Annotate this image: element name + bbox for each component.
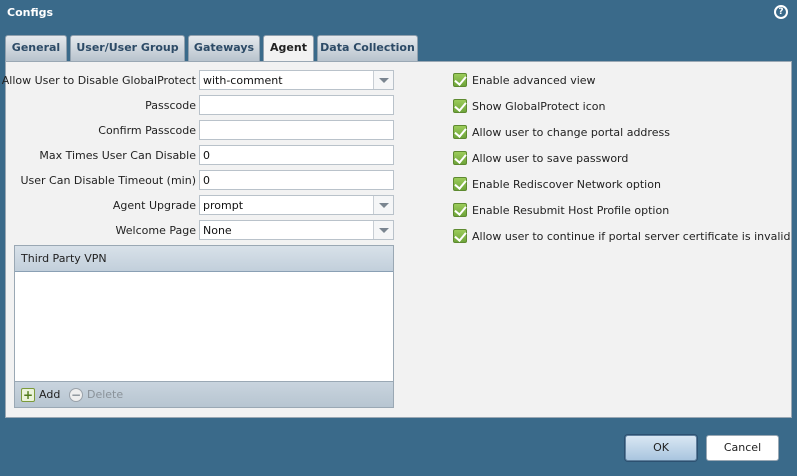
option-label: Allow user to save password	[472, 152, 629, 165]
tab-user-group[interactable]: User/User Group	[70, 35, 185, 61]
checkbox-checked[interactable]	[453, 99, 467, 113]
option-label: Show GlobalProtect icon	[472, 100, 606, 113]
dialog-title: Configs	[7, 6, 54, 19]
confirm-passcode-label: Confirm Passcode	[98, 124, 196, 137]
delete-button[interactable]: − Delete	[69, 387, 123, 403]
welcome-page-label: Welcome Page	[115, 224, 196, 237]
option-label: Enable Resubmit Host Profile option	[472, 204, 670, 217]
agent-panel: Allow User to Disable GlobalProtect with…	[1, 61, 792, 418]
passcode-field[interactable]	[199, 95, 394, 115]
checkbox-checked[interactable]	[453, 73, 467, 87]
checkbox-checked[interactable]	[453, 125, 467, 139]
third-party-vpn-header[interactable]: Third Party VPN	[15, 246, 393, 272]
help-icon[interactable]: ?	[774, 5, 788, 19]
tab-agent[interactable]: Agent	[263, 35, 314, 62]
option-label: Enable advanced view	[472, 74, 596, 87]
option-label: Allow user to continue if portal server …	[472, 230, 791, 243]
max-times-label: Max Times User Can Disable	[39, 149, 196, 162]
third-party-vpn-table: Third Party VPN + Add − Delete	[14, 245, 394, 408]
option-label: Enable Rediscover Network option	[472, 178, 661, 191]
disable-timeout-field[interactable]: 0	[199, 170, 394, 190]
title-bar: Configs ?	[0, 0, 797, 26]
chevron-down-icon[interactable]	[373, 196, 393, 214]
plus-icon: +	[21, 388, 35, 402]
agent-upgrade-value: prompt	[203, 199, 244, 212]
checkbox-checked[interactable]	[453, 203, 467, 217]
welcome-page-value: None	[203, 224, 232, 237]
passcode-label: Passcode	[145, 99, 196, 112]
delete-button-label: Delete	[87, 388, 124, 401]
tab-general[interactable]: General	[5, 35, 67, 61]
add-button[interactable]: + Add	[21, 387, 60, 403]
chevron-down-icon[interactable]	[373, 221, 393, 239]
tab-data-collection[interactable]: Data Collection	[317, 35, 418, 61]
add-button-label: Add	[39, 388, 61, 401]
checkbox-checked[interactable]	[453, 177, 467, 191]
confirm-passcode-field[interactable]	[199, 120, 394, 140]
ok-button[interactable]: OK	[625, 435, 697, 461]
allow-disable-value: with-comment	[203, 74, 283, 87]
max-times-field[interactable]: 0	[199, 145, 394, 165]
tab-gateways[interactable]: Gateways	[188, 35, 260, 61]
configs-dialog: Configs ? General User/User Group Gatewa…	[0, 0, 797, 476]
vpn-toolbar: + Add − Delete	[15, 381, 393, 407]
welcome-page-select[interactable]: None	[199, 220, 394, 240]
allow-disable-select[interactable]: with-comment	[199, 70, 394, 90]
agent-upgrade-select[interactable]: prompt	[199, 195, 394, 215]
minus-icon: −	[69, 388, 83, 402]
cancel-button[interactable]: Cancel	[706, 435, 779, 461]
checkbox-checked[interactable]	[453, 151, 467, 165]
disable-timeout-label: User Can Disable Timeout (min)	[20, 174, 196, 187]
agent-upgrade-label: Agent Upgrade	[112, 199, 196, 212]
option-label: Allow user to change portal address	[472, 126, 670, 139]
allow-disable-label: Allow User to Disable GlobalProtect	[1, 74, 196, 87]
chevron-down-icon[interactable]	[373, 71, 393, 89]
checkbox-checked[interactable]	[453, 229, 467, 243]
